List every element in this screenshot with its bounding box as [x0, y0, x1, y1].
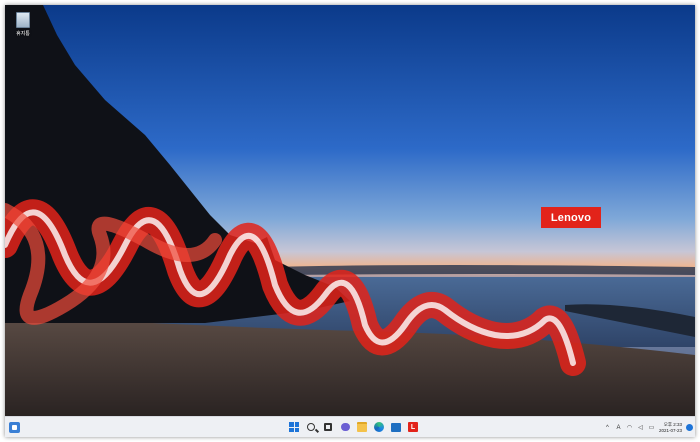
start-button[interactable]	[288, 421, 300, 433]
lenovo-vantage-button[interactable]: L	[407, 421, 419, 433]
search-icon	[307, 423, 315, 431]
battery-icon[interactable]: ▭	[648, 424, 655, 431]
chat-button[interactable]	[339, 421, 351, 433]
widgets-icon[interactable]	[9, 422, 20, 433]
input-method-indicator[interactable]: A	[615, 425, 622, 431]
start-icon	[289, 422, 299, 432]
recycle-bin-shortcut[interactable]: 휴지통	[10, 10, 36, 40]
file-explorer-button[interactable]	[356, 421, 368, 433]
recycle-bin-label: 휴지통	[16, 31, 30, 37]
search-button[interactable]	[305, 421, 317, 433]
wifi-icon[interactable]: ◠	[626, 424, 633, 431]
lenovo-vantage-icon: L	[408, 422, 418, 432]
lenovo-logo: Lenovo	[541, 207, 601, 228]
file-explorer-icon	[357, 422, 367, 432]
chat-icon	[340, 423, 350, 431]
taskbar-apps: L	[288, 421, 419, 433]
notification-icon[interactable]	[686, 424, 693, 431]
edge-button[interactable]	[373, 421, 385, 433]
task-view-icon	[324, 423, 332, 431]
desktop-screen: 휴지통 Lenovo L ^ A ◠ ◁ ▭ 오후 2:33 2021-07-2…	[5, 5, 695, 437]
show-hidden-icons-chevron-icon[interactable]: ^	[604, 425, 611, 431]
store-button[interactable]	[390, 421, 402, 433]
task-view-button[interactable]	[322, 421, 334, 433]
clock-date: 2021-07-23	[658, 427, 682, 433]
recycle-bin-icon	[16, 12, 30, 28]
volume-icon[interactable]: ◁	[637, 424, 644, 431]
system-tray: ^ A ◠ ◁ ▭ 오후 2:33 2021-07-23	[604, 419, 693, 436]
clock[interactable]: 오후 2:33 2021-07-23	[659, 422, 682, 434]
store-icon	[391, 422, 401, 432]
taskbar: L ^ A ◠ ◁ ▭ 오후 2:33 2021-07-23	[5, 416, 695, 437]
edge-icon	[374, 422, 384, 432]
